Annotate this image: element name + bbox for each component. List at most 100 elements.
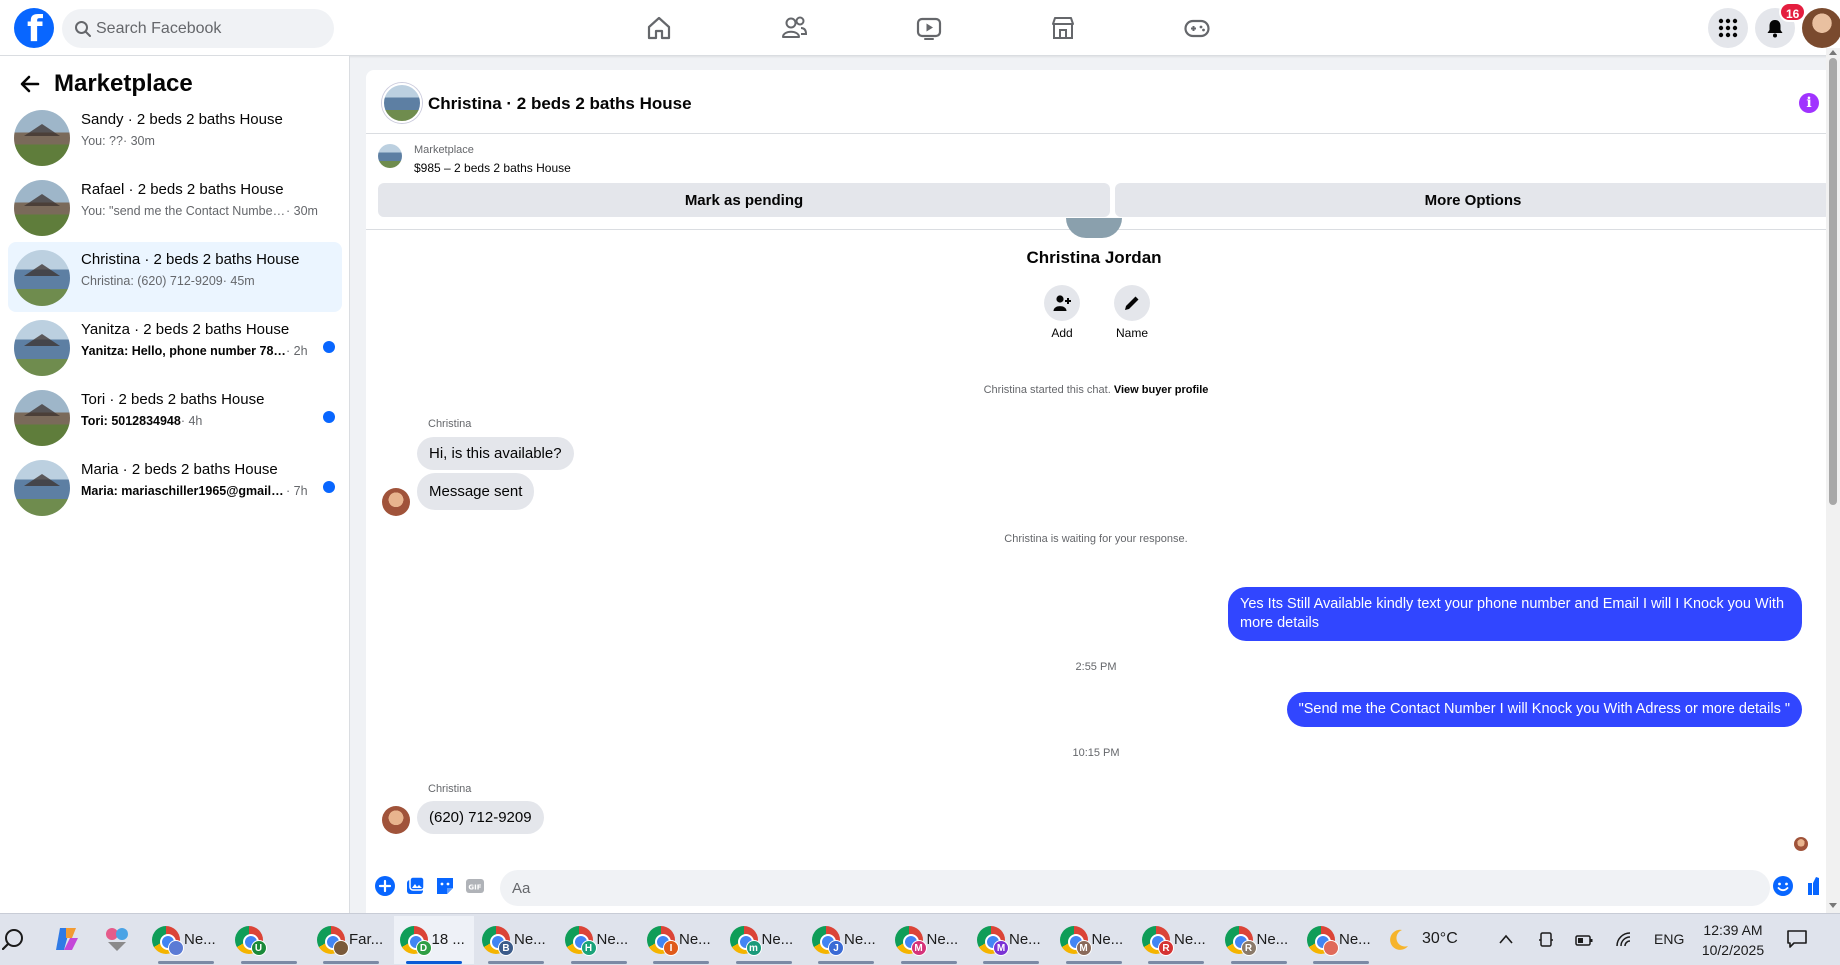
taskbar-chrome-window[interactable]: M Ne... [971, 916, 1051, 964]
more-options-button[interactable]: More Options [1115, 183, 1831, 217]
unread-indicator [323, 481, 335, 493]
taskbar-chrome-window[interactable]: M Ne... [889, 916, 969, 964]
taskbar-chrome-window[interactable]: R Ne... [1219, 916, 1299, 964]
listing-thumbnail [14, 110, 70, 166]
device-icon[interactable] [1537, 931, 1555, 949]
system-clock[interactable]: 12:39 AM 10/2/2025 [1700, 920, 1766, 960]
outgoing-message[interactable]: "Send me the Contact Number I will Knock… [1286, 692, 1802, 727]
wifi-icon[interactable] [1615, 931, 1633, 949]
search-input[interactable] [96, 9, 326, 48]
outgoing-message[interactable]: Yes Its Still Available kindly text your… [1228, 587, 1802, 641]
profile-badge: m [745, 940, 762, 956]
menu-button[interactable] [1708, 8, 1748, 48]
taskbar-chrome-window[interactable]: R Ne... [1136, 916, 1216, 964]
chevron-up-icon[interactable] [1497, 931, 1515, 949]
info-icon[interactable]: i [1799, 93, 1819, 113]
add-contact-button[interactable] [1044, 285, 1080, 321]
taskbar-chrome-window[interactable]: U [229, 916, 309, 964]
taskbar-window-label: Ne... [926, 931, 959, 948]
profile-badge: R [1158, 940, 1174, 956]
friends-icon[interactable] [780, 14, 808, 42]
message-input[interactable] [500, 870, 1770, 906]
taskbar-window-label: Ne... [1174, 931, 1206, 948]
sender-name: Christina [428, 418, 472, 430]
windows-search-icon[interactable] [2, 928, 24, 950]
scrollbar-thumb[interactable] [1829, 58, 1837, 505]
language-indicator[interactable]: ENG [1654, 931, 1684, 947]
buyer-avatar[interactable] [382, 488, 410, 516]
taskbar-chrome-window[interactable]: m Ne... [724, 916, 804, 964]
taskbar-chrome-window[interactable]: Ne... [1301, 916, 1381, 964]
sticker-icon[interactable] [434, 875, 456, 897]
conversation-preview: Christina: (620) 712-9209 · 45m [81, 274, 255, 288]
video-icon[interactable] [915, 14, 943, 42]
message-composer: GIF [366, 865, 1826, 913]
notification-badge: 16 [1779, 2, 1807, 22]
listing-thumbnail-small[interactable] [378, 144, 402, 168]
chat-listing-thumbnail[interactable] [382, 83, 422, 123]
chat-header: Christina · 2 beds 2 baths House i [366, 70, 1826, 134]
snipping-tool-icon[interactable] [102, 924, 132, 954]
timestamp: 10:15 PM [1072, 747, 1120, 759]
home-icon[interactable] [645, 14, 673, 42]
back-arrow-icon[interactable] [18, 72, 42, 96]
taskbar-chrome-window[interactable]: D 18 ... [393, 916, 474, 964]
profile-badge: M [993, 940, 1009, 956]
chat-title[interactable]: Christina · 2 beds 2 baths House [428, 94, 692, 114]
conversation-item[interactable]: Maria · 2 beds 2 baths House Maria: mari… [8, 452, 342, 522]
photo-icon[interactable] [404, 875, 426, 897]
timestamp: 2:55 PM [1075, 661, 1117, 673]
chat-started-note: Christina started this chat. View buyer … [983, 384, 1209, 396]
taskbar-chrome-window[interactable]: J Ne... [806, 916, 886, 964]
taskbar-chrome-window[interactable]: Far... [311, 916, 391, 964]
copilot-icon[interactable] [52, 924, 82, 954]
taskbar-chrome-window[interactable]: M Ne... [1054, 916, 1134, 964]
listing-thumbnail [14, 390, 70, 446]
conversation-item[interactable]: Tori · 2 beds 2 baths House Tori: 501283… [8, 382, 342, 452]
conversation-title: Rafael · 2 beds 2 baths House [81, 181, 284, 198]
grid-icon [1718, 18, 1738, 38]
conversation-item-active[interactable]: Christina · 2 beds 2 baths House Christi… [8, 242, 342, 312]
notification-center-icon[interactable] [1786, 929, 1808, 949]
taskbar-chrome-window[interactable]: B Ne... [476, 916, 556, 964]
moon-weather-icon[interactable] [1384, 926, 1412, 954]
conversation-item[interactable]: Rafael · 2 beds 2 baths House You: "send… [8, 172, 342, 242]
conversation-preview: Yanitza: Hello, phone number 787-... · 2h [81, 344, 308, 358]
buyer-profile-photo[interactable] [1066, 218, 1122, 238]
taskbar-window-label: Ne... [844, 931, 876, 948]
scroll-up-arrow[interactable] [1829, 50, 1837, 55]
taskbar-window-label: Ne... [1009, 931, 1041, 948]
conversation-item[interactable]: Yanitza · 2 beds 2 baths House Yanitza: … [8, 312, 342, 382]
conversation-item[interactable]: Sandy · 2 beds 2 baths House You: ?? · 30… [8, 102, 342, 172]
listing-price[interactable]: $985 – 2 beds 2 baths House [414, 161, 571, 175]
taskbar-chrome-window[interactable]: Ne... [146, 916, 226, 964]
chat-panel: Christina · 2 beds 2 baths House i Marke… [366, 70, 1831, 913]
gif-icon[interactable]: GIF [464, 875, 486, 897]
plus-circle-icon[interactable] [374, 875, 396, 897]
scroll-down-arrow[interactable] [1829, 903, 1837, 908]
search-box[interactable] [62, 9, 334, 48]
edit-name-button[interactable] [1114, 285, 1150, 321]
listing-thumbnail [14, 320, 70, 376]
incoming-message[interactable]: Hi, is this available? [417, 437, 574, 470]
taskbar-chrome-window[interactable]: H Ne... [559, 916, 639, 964]
mark-as-pending-button[interactable]: Mark as pending [378, 183, 1110, 217]
account-avatar[interactable] [1802, 8, 1840, 48]
view-buyer-profile-link[interactable]: View buyer profile [1114, 384, 1209, 396]
buyer-avatar[interactable] [382, 806, 410, 834]
page-scrollbar[interactable] [1826, 48, 1840, 913]
incoming-message[interactable]: Message sent [417, 473, 535, 510]
battery-icon[interactable] [1575, 931, 1593, 949]
taskbar-chrome-window[interactable]: I Ne... [641, 916, 721, 964]
incoming-message[interactable]: (620) 712-9209 [417, 801, 544, 834]
profile-badge: J [828, 940, 844, 956]
weather-temperature[interactable]: 30°C [1422, 930, 1458, 948]
taskbar-window-label: Ne... [596, 931, 629, 948]
profile-badge: B [498, 940, 514, 956]
emoji-icon[interactable] [1772, 875, 1794, 897]
add-person-icon [1053, 295, 1071, 311]
like-thumb-icon[interactable] [1806, 875, 1820, 897]
facebook-logo[interactable]: f [14, 8, 54, 50]
gaming-icon[interactable] [1183, 14, 1211, 42]
marketplace-icon[interactable] [1049, 14, 1077, 42]
